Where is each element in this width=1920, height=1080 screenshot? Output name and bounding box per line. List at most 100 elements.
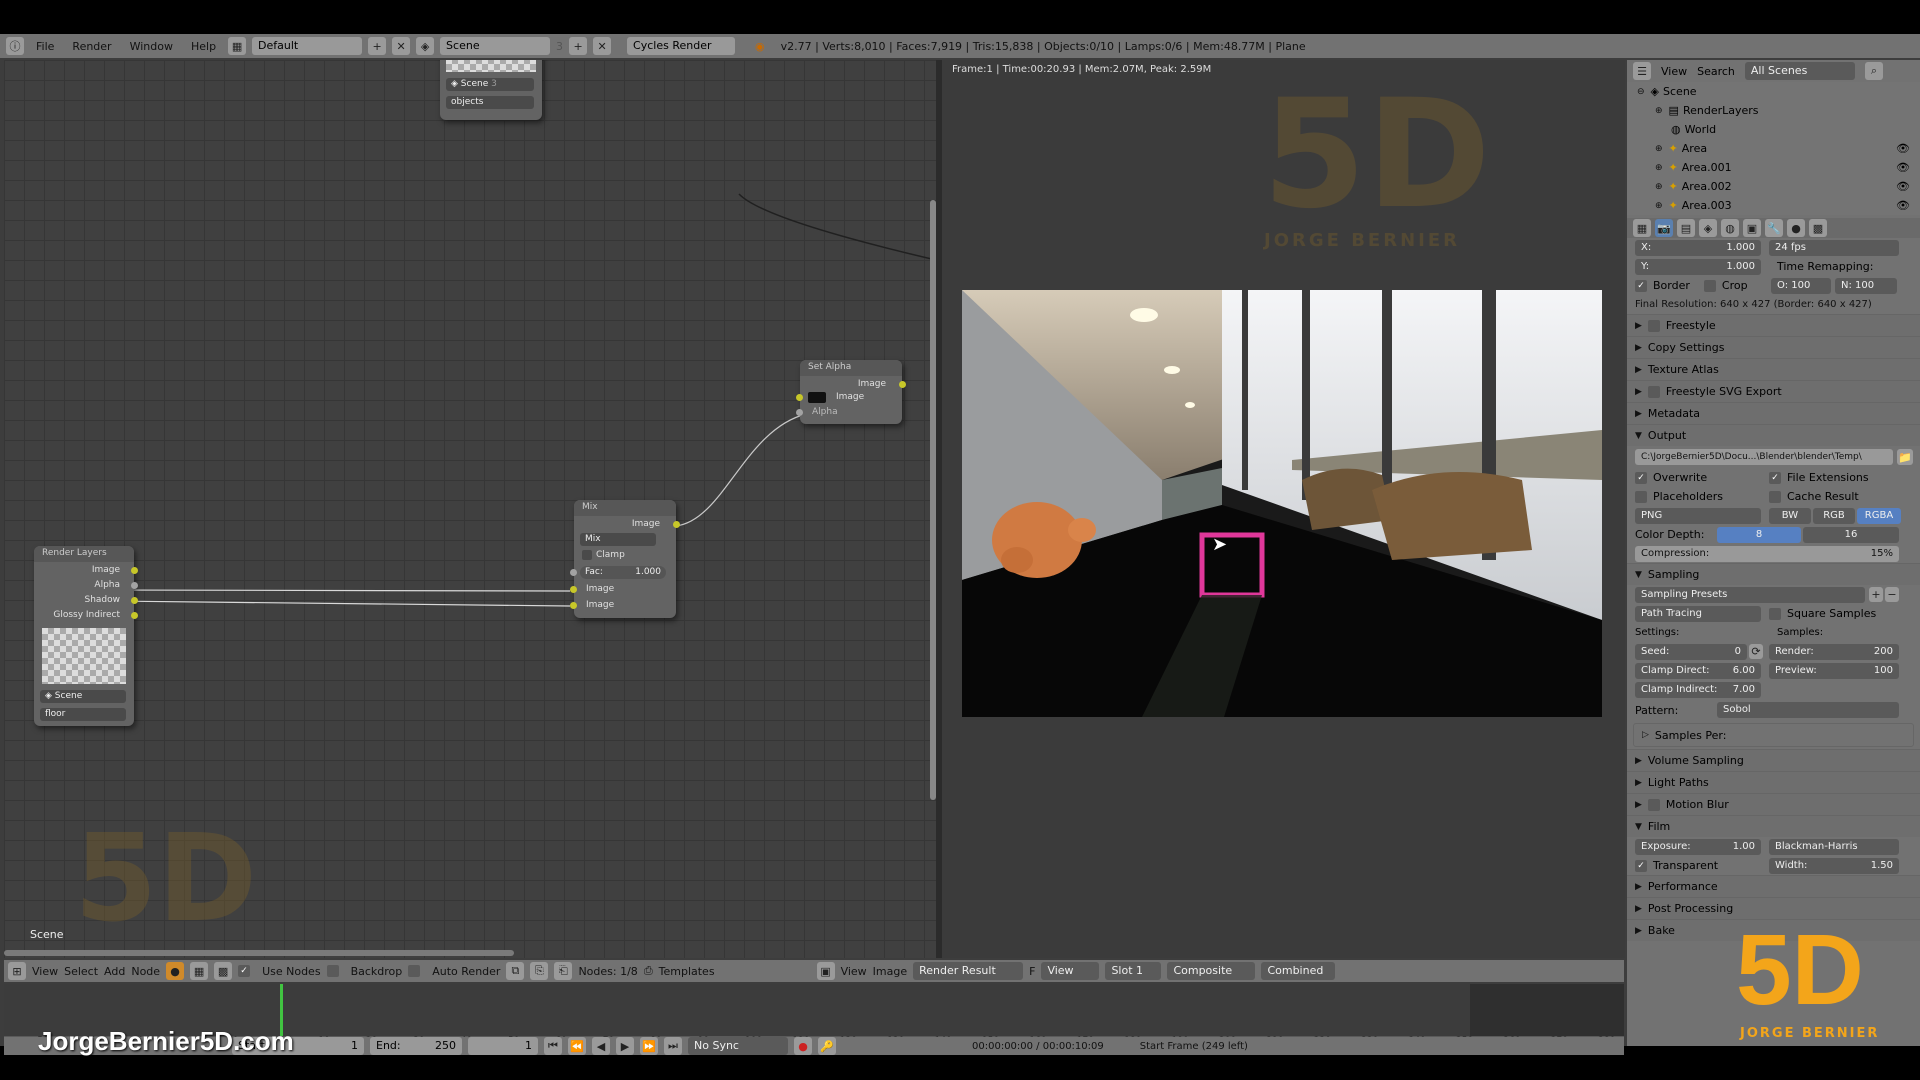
output-path-field[interactable]: C:\JorgeBernier5D\Docu...\Blender\blende… bbox=[1635, 449, 1893, 465]
render-layer-select[interactable]: Composite bbox=[1167, 962, 1256, 980]
image-datablock-select[interactable]: Render Result bbox=[913, 962, 1024, 980]
menu-window[interactable]: Window bbox=[124, 40, 179, 53]
snap-icon[interactable]: ⧉ bbox=[506, 962, 525, 980]
add-layout-button[interactable]: + bbox=[368, 37, 387, 55]
material-tab-icon[interactable]: ● bbox=[1787, 219, 1805, 237]
menu-render[interactable]: Render bbox=[66, 40, 117, 53]
record-icon[interactable]: ● bbox=[794, 1037, 812, 1055]
panel-motion-blur[interactable]: ▶ Motion Blur bbox=[1627, 793, 1920, 815]
texture-nodes-icon[interactable]: ▩ bbox=[214, 962, 233, 980]
time-new-field[interactable]: N: 100 bbox=[1835, 278, 1897, 294]
panel-freestyle-svg[interactable]: ▶ Freestyle SVG Export bbox=[1627, 380, 1920, 402]
templates-menu[interactable]: Templates bbox=[659, 965, 715, 978]
panel-freestyle[interactable]: ▶ Freestyle bbox=[1627, 314, 1920, 336]
shadow-socket[interactable] bbox=[131, 597, 138, 604]
input-alpha-socket[interactable] bbox=[796, 409, 803, 416]
expand-icon[interactable]: ⊕ bbox=[1655, 163, 1663, 173]
image-editor[interactable]: Frame:1 | Time:00:20.93 | Mem:2.07M, Pea… bbox=[942, 60, 1625, 958]
scene-select[interactable]: Scene bbox=[440, 37, 551, 55]
play-reverse-icon[interactable]: ◀ bbox=[592, 1037, 610, 1055]
visibility-eye-icon[interactable]: 👁 bbox=[1896, 180, 1910, 193]
transparent-checkbox[interactable]: ✓ bbox=[1635, 859, 1647, 872]
remove-layout-button[interactable]: ✕ bbox=[392, 37, 411, 55]
input-image1-socket[interactable] bbox=[570, 586, 577, 593]
play-icon[interactable]: ▶ bbox=[616, 1037, 634, 1055]
set-alpha-node[interactable]: Set Alpha Image Image Alpha bbox=[796, 360, 906, 424]
render-tab-icon[interactable]: 📷 bbox=[1655, 219, 1673, 237]
outliner-item-world[interactable]: ◍ World bbox=[1637, 120, 1920, 139]
file-extensions-checkbox[interactable]: ✓ bbox=[1769, 471, 1781, 484]
visibility-eye-icon[interactable]: 👁 bbox=[1896, 199, 1910, 212]
input-image2-socket[interactable] bbox=[570, 602, 577, 609]
freestyle-checkbox[interactable] bbox=[1647, 319, 1660, 332]
outliner-display-mode[interactable]: All Scenes bbox=[1744, 62, 1855, 80]
menu-file[interactable]: File bbox=[30, 40, 60, 53]
panel-film[interactable]: ▼ Film bbox=[1627, 815, 1920, 837]
next-keyframe-icon[interactable]: ⏩ bbox=[640, 1037, 658, 1055]
scene-tab-icon[interactable]: ◈ bbox=[1699, 219, 1717, 237]
pattern-select[interactable]: Sobol bbox=[1717, 702, 1899, 718]
node-header[interactable]: Set Alpha bbox=[800, 360, 902, 376]
exposure-field[interactable]: Exposure: 1.00 bbox=[1635, 839, 1761, 855]
paste-icon[interactable]: ⎗ bbox=[554, 962, 573, 980]
fac-socket[interactable] bbox=[570, 569, 577, 576]
render-layers-layer-field[interactable]: floor bbox=[40, 708, 126, 721]
visibility-eye-icon[interactable]: 👁 bbox=[1896, 161, 1910, 174]
outliner-view-menu[interactable]: View bbox=[1661, 65, 1687, 78]
placeholders-checkbox[interactable] bbox=[1635, 490, 1647, 503]
depth-8-button[interactable]: 8 bbox=[1717, 527, 1801, 543]
image-color-swatch[interactable] bbox=[808, 392, 826, 403]
mix-node[interactable]: Mix Image Mix Clamp Fac: 1.000 Image Imag… bbox=[570, 500, 680, 618]
sampling-presets-select[interactable]: Sampling Presets bbox=[1635, 587, 1865, 603]
texture-tab-icon[interactable]: ▩ bbox=[1809, 219, 1827, 237]
image-editor-type-icon[interactable]: ▣ bbox=[816, 962, 835, 980]
render-layers-node[interactable]: Render Layers Image Alpha Shadow Glossy … bbox=[34, 546, 138, 726]
add-preset-button[interactable]: + bbox=[1869, 587, 1883, 602]
outliner-item-area[interactable]: ⊕ ✦ Area 👁 bbox=[1637, 139, 1920, 158]
folder-icon[interactable]: 📁 bbox=[1897, 449, 1913, 465]
outliner-editor-icon[interactable]: ☰ bbox=[1633, 62, 1651, 80]
aspect-x-field[interactable]: X: 1.000 bbox=[1635, 240, 1761, 256]
glossy-socket[interactable] bbox=[131, 612, 138, 619]
outliner[interactable]: ☰ View Search All Scenes ⌕ ⊖ ◈ Scene ⊕ ▤ Ren… bbox=[1627, 60, 1920, 215]
node-select-menu[interactable]: Select bbox=[64, 965, 98, 978]
horizontal-scrollbar[interactable] bbox=[4, 950, 514, 956]
scene-icon[interactable]: ◈ bbox=[416, 37, 435, 55]
node-scene-field[interactable]: ◈ Scene 3 bbox=[446, 78, 534, 91]
rgba-button[interactable]: RGBA bbox=[1857, 508, 1901, 524]
properties-editor-icon[interactable]: ▦ bbox=[1633, 219, 1651, 237]
panel-performance[interactable]: ▶ Performance bbox=[1627, 875, 1920, 897]
animated-seed-icon[interactable]: ⟳ bbox=[1749, 644, 1763, 659]
outliner-item-area001[interactable]: ⊕ ✦ Area.001 👁 bbox=[1637, 158, 1920, 177]
clamp-direct-field[interactable]: Clamp Direct: 6.00 bbox=[1635, 663, 1761, 679]
node-view-menu[interactable]: View bbox=[32, 965, 58, 978]
image-view-menu[interactable]: View bbox=[841, 965, 867, 978]
alpha-socket[interactable] bbox=[131, 582, 138, 589]
crop-checkbox[interactable] bbox=[1703, 279, 1716, 292]
layout-select[interactable]: Default bbox=[252, 37, 363, 55]
square-samples-checkbox[interactable] bbox=[1769, 607, 1781, 620]
render-pass-select[interactable]: Combined bbox=[1261, 962, 1336, 980]
filter-type-select[interactable]: Blackman-Harris bbox=[1769, 839, 1899, 855]
object-tab-icon[interactable]: ▣ bbox=[1743, 219, 1761, 237]
menu-help[interactable]: Help bbox=[185, 40, 222, 53]
clamp-checkbox[interactable] bbox=[582, 550, 592, 560]
info-editor-icon[interactable]: ⓘ bbox=[6, 37, 24, 55]
samples-per-subpanel[interactable]: ▷ Samples Per: bbox=[1633, 723, 1914, 747]
copy-icon[interactable]: ⎘ bbox=[530, 962, 549, 980]
compression-slider[interactable]: Compression: 15% bbox=[1635, 546, 1899, 562]
blend-mode-select[interactable]: Mix bbox=[580, 533, 656, 546]
depth-16-button[interactable]: 16 bbox=[1803, 527, 1899, 543]
compositing-nodes-icon[interactable]: ▦ bbox=[190, 962, 209, 980]
input-image-socket[interactable] bbox=[796, 394, 803, 401]
motion-blur-checkbox[interactable] bbox=[1647, 798, 1660, 811]
node-editor-type-icon[interactable]: ⊞ bbox=[8, 962, 26, 980]
keying-set-icon[interactable]: 🔑 bbox=[818, 1037, 836, 1055]
remove-scene-button[interactable]: ✕ bbox=[593, 37, 612, 55]
panel-metadata[interactable]: ▶ Metadata bbox=[1627, 402, 1920, 424]
outliner-item-area002[interactable]: ⊕ ✦ Area.002 👁 bbox=[1637, 177, 1920, 196]
add-scene-button[interactable]: + bbox=[569, 37, 588, 55]
sync-mode-select[interactable]: No Sync bbox=[688, 1037, 788, 1055]
aspect-y-field[interactable]: Y: 1.000 bbox=[1635, 259, 1761, 275]
filter-width-field[interactable]: Width: 1.50 bbox=[1769, 858, 1899, 874]
